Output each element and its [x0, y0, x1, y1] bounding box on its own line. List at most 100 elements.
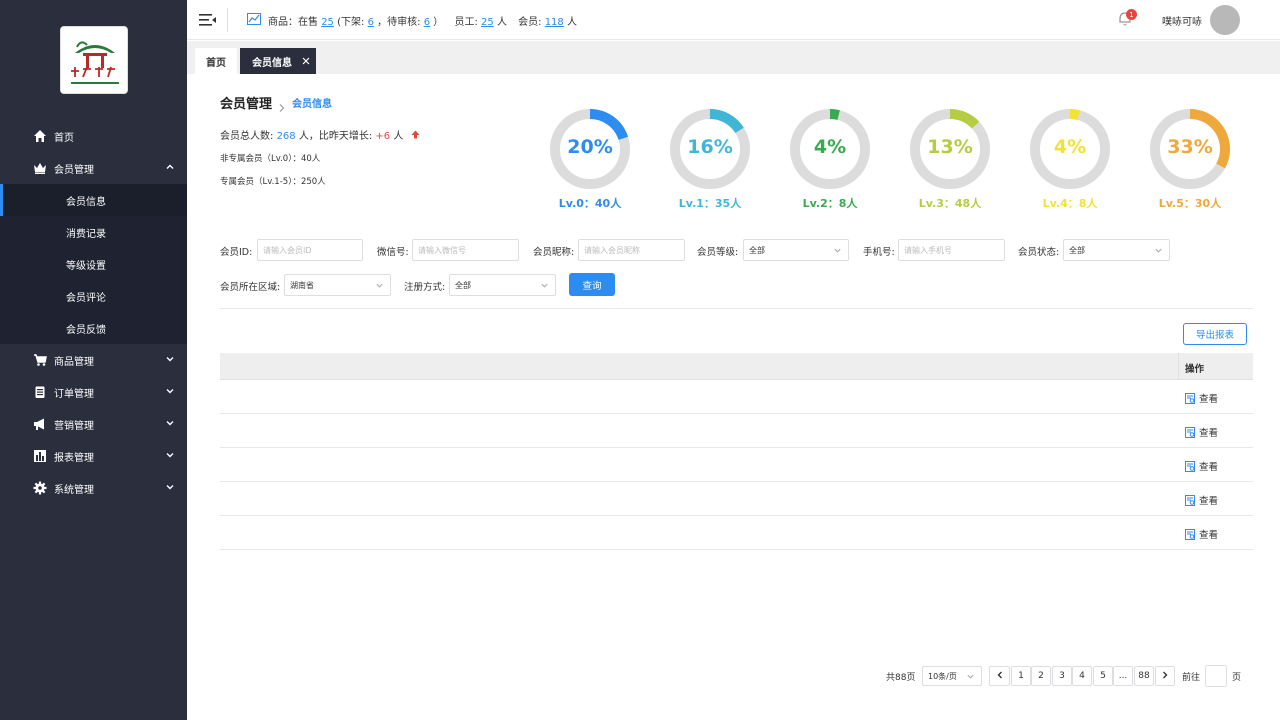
- status-label: 会员状态:: [1018, 247, 1060, 258]
- member-unit: 人: [566, 17, 577, 28]
- growth-unit: 人: [393, 131, 404, 142]
- select-value: 10条/页: [928, 671, 957, 681]
- sidebar-item-home[interactable]: 首页: [0, 120, 187, 152]
- level-ring-3: 13% Lv.3：48人: [909, 108, 991, 211]
- divider: [227, 8, 228, 32]
- megaphone-icon: [32, 417, 47, 432]
- select-value: 全部: [1069, 245, 1085, 255]
- breadcrumb: 会员管理 会员信息: [220, 93, 332, 112]
- sidebar-subitem-label: 会员信息: [66, 196, 106, 208]
- on-sale-count[interactable]: 25: [321, 17, 334, 28]
- sidebar-subitem-label: 会员反馈: [66, 324, 106, 336]
- staff-count[interactable]: 25: [481, 17, 494, 28]
- sidebar-item-system[interactable]: 系统管理: [0, 472, 187, 504]
- ring-label: Lv.2：8人: [802, 197, 858, 210]
- tab-label: 首页: [206, 57, 226, 69]
- sidebar-subitem-member-info[interactable]: 会员信息: [0, 184, 187, 216]
- sidebar-item-marketing[interactable]: 营销管理: [0, 408, 187, 440]
- export-button[interactable]: 导出报表: [1183, 323, 1247, 345]
- region-select[interactable]: 湖南省: [284, 274, 391, 296]
- next-page-button[interactable]: [1155, 666, 1175, 686]
- sidebar-subitem-consumption[interactable]: 消费记录: [0, 216, 187, 248]
- page-button[interactable]: ...: [1113, 666, 1133, 686]
- register-method-select[interactable]: 全部: [449, 274, 556, 296]
- view-icon: [1185, 528, 1196, 540]
- view-button[interactable]: 查看: [1185, 425, 1218, 439]
- page-button[interactable]: 1: [1011, 666, 1031, 686]
- select-value: 全部: [749, 245, 765, 255]
- off-shelf-count[interactable]: 6: [368, 17, 374, 28]
- sidebar-subitem-comments[interactable]: 会员评论: [0, 280, 187, 312]
- chevron-down-icon: [165, 386, 175, 396]
- goto-page-input[interactable]: [1205, 665, 1227, 687]
- username[interactable]: 噗哧可哧: [1162, 13, 1202, 28]
- wechat-input[interactable]: 请输入微信号: [412, 239, 519, 261]
- page-button[interactable]: 3: [1052, 666, 1072, 686]
- bar-chart-icon: [32, 449, 47, 464]
- phone-input[interactable]: 请输入手机号: [898, 239, 1005, 261]
- chevron-up-icon: [165, 162, 175, 172]
- pending-count[interactable]: 6: [424, 17, 430, 28]
- ring-percent: 4%: [1053, 136, 1087, 158]
- ring-label: Lv.4：8人: [1042, 197, 1098, 210]
- sidebar-subitem-feedback[interactable]: 会员反馈: [0, 312, 187, 344]
- view-button[interactable]: 查看: [1185, 493, 1218, 507]
- sidebar-item-label: 报表管理: [54, 452, 94, 464]
- level-ring-2: 4% Lv.2：8人: [789, 108, 871, 211]
- sidebar-item-label: 首页: [54, 132, 74, 144]
- crown-icon: [32, 161, 47, 176]
- sidebar-item-member-management[interactable]: 会员管理: [0, 152, 187, 184]
- ring-percent: 33%: [1167, 136, 1213, 158]
- page-size-select[interactable]: 10条/页: [922, 666, 982, 686]
- sidebar-item-goods[interactable]: 商品管理: [0, 344, 187, 376]
- register-method-label: 注册方式:: [404, 282, 446, 293]
- goods-label: 商品：在售: [268, 17, 318, 28]
- page-button[interactable]: 2: [1031, 666, 1051, 686]
- status-select[interactable]: 全部: [1063, 239, 1170, 261]
- level-select[interactable]: 全部: [743, 239, 849, 261]
- view-icon: [1185, 460, 1196, 472]
- nickname-label: 会员昵称:: [533, 247, 575, 258]
- view-button[interactable]: 查看: [1185, 391, 1218, 405]
- member-count[interactable]: 118: [545, 17, 564, 28]
- breadcrumb-current[interactable]: 会员信息: [292, 95, 332, 110]
- divider: [220, 308, 1253, 309]
- ring-percent: 16%: [687, 136, 733, 158]
- prev-page-button[interactable]: [989, 666, 1010, 686]
- page-button[interactable]: 4: [1072, 666, 1092, 686]
- nickname-input[interactable]: 请输入会员昵称: [578, 239, 685, 261]
- sidebar-item-label: 营销管理: [54, 420, 94, 432]
- tab-member-info[interactable]: 会员信息: [240, 48, 316, 74]
- pagination-total: 共88页: [886, 673, 916, 683]
- ring-label: Lv.3：48人: [918, 197, 982, 210]
- page-button[interactable]: 88: [1134, 666, 1154, 686]
- growth-count: +6: [375, 131, 391, 142]
- tab-home[interactable]: 首页: [195, 48, 237, 74]
- sidebar-item-label: 系统管理: [54, 484, 94, 496]
- member-id-label: 会员ID:: [220, 247, 253, 258]
- chevron-right-icon: [1161, 671, 1169, 682]
- page-button[interactable]: 5: [1093, 666, 1113, 686]
- chevron-down-icon: [165, 482, 175, 492]
- menu-toggle-icon[interactable]: [199, 12, 216, 28]
- member-id-input[interactable]: 请输入会员ID: [257, 239, 363, 261]
- action-column-header: 操作: [1185, 364, 1205, 375]
- sidebar-item-label: 会员管理: [54, 164, 94, 176]
- close-icon[interactable]: [302, 57, 310, 65]
- table-row: 查看: [220, 414, 1253, 448]
- chevron-down-icon: [165, 418, 175, 428]
- clipboard-icon: [32, 385, 47, 400]
- view-button[interactable]: 查看: [1185, 527, 1218, 541]
- non-exclusive-members: 非专属会员（Lv.0）：40人: [220, 154, 321, 164]
- sidebar-item-reports[interactable]: 报表管理: [0, 440, 187, 472]
- sidebar-subitem-label: 等级设置: [66, 260, 106, 272]
- query-button[interactable]: 查询: [569, 273, 615, 296]
- view-button[interactable]: 查看: [1185, 459, 1218, 473]
- sidebar-item-orders[interactable]: 订单管理: [0, 376, 187, 408]
- view-label: 查看: [1199, 394, 1219, 405]
- sidebar-subitem-level-settings[interactable]: 等级设置: [0, 248, 187, 280]
- ring-percent: 4%: [813, 136, 847, 158]
- view-icon: [1185, 392, 1196, 404]
- avatar[interactable]: [1210, 5, 1240, 35]
- sidebar-subitem-label: 会员评论: [66, 292, 106, 304]
